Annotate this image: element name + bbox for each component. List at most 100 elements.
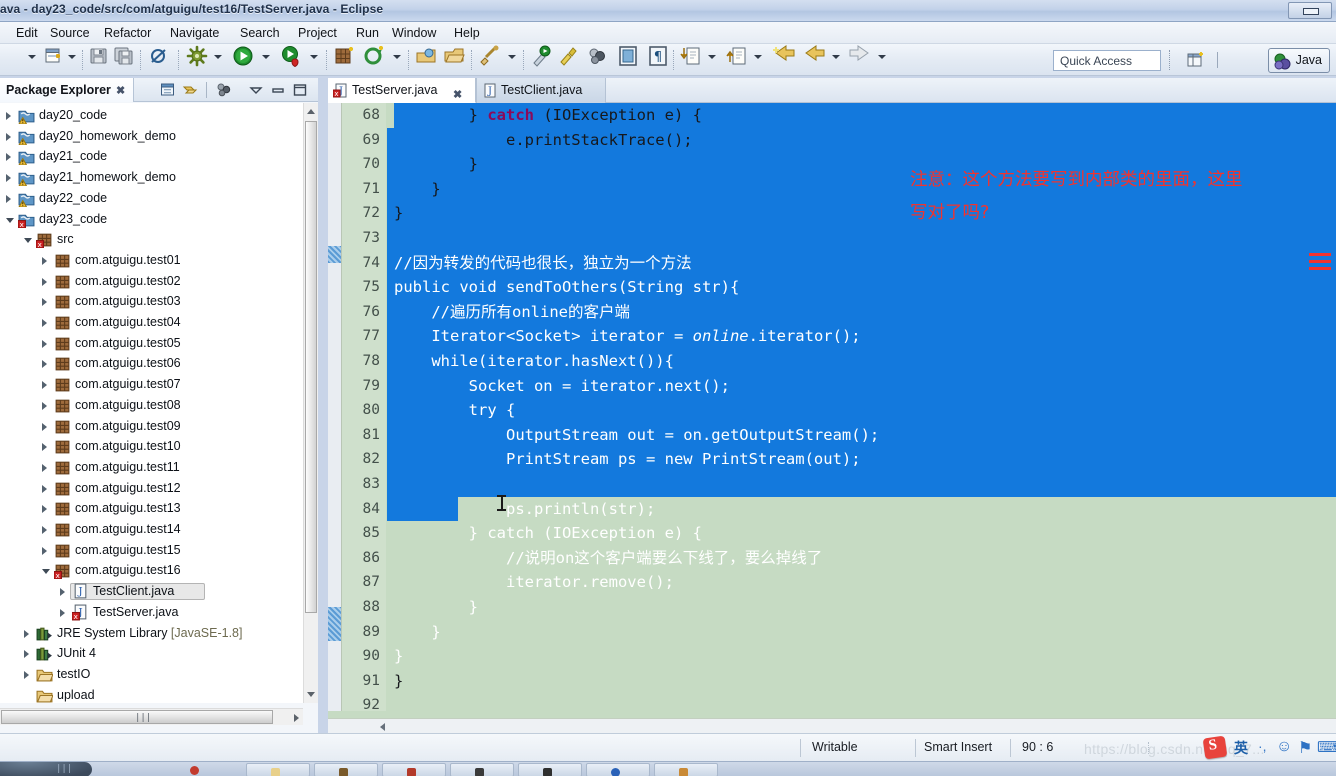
ime-emoji-button[interactable]: ☺ [1276,738,1292,757]
chevron-right-icon[interactable] [6,132,11,141]
tree-item-com-atguigu-test05[interactable]: com.atguigu.test05 [0,333,303,354]
code-canvas[interactable]: 注意：这个方法要写到内部类的里面，这里 写对了吗? } catch (IOExc… [387,103,1336,711]
open-resource-icon[interactable] [443,45,465,67]
taskbar-item[interactable] [518,763,582,776]
chevron-right-icon[interactable] [60,588,65,597]
menu-refactor[interactable]: Refactor [98,24,157,42]
tree-item-com-atguigu-test14[interactable]: com.atguigu.test14 [0,519,303,540]
chevron-right-icon[interactable] [42,256,47,265]
chevron-right-icon[interactable] [42,381,47,390]
chevron-right-icon[interactable] [6,112,11,120]
next-annotation-icon[interactable] [680,45,702,67]
menu-window[interactable]: Window [386,24,442,42]
tab-testserver-java[interactable]: J x TestServer.java ✖ [328,78,476,103]
chevron-right-icon[interactable] [24,670,29,679]
taskbar-item[interactable] [246,763,310,776]
scroll-down-arrow[interactable] [307,692,315,697]
run-coverage-dropdown-arrow[interactable] [310,55,318,59]
search-dropdown-arrow[interactable] [508,55,516,59]
tree-item-com-atguigu-test15[interactable]: com.atguigu.test15 [0,540,303,561]
restore-window-button[interactable] [1288,2,1332,19]
tree-item-com-atguigu-test16[interactable]: x com.atguigu.test16 [0,560,303,581]
tree-item-com-atguigu-test04[interactable]: com.atguigu.test04 [0,312,303,333]
editor-marker-ruler[interactable] [328,103,342,711]
overview-ruler-error-marker[interactable] [1309,267,1331,270]
chevron-right-icon[interactable] [42,422,47,431]
chevron-right-icon[interactable] [24,650,29,659]
tree-item-com-atguigu-test07[interactable]: com.atguigu.test07 [0,374,303,395]
chevron-right-icon[interactable] [42,401,47,410]
new-wizard-icon[interactable] [44,46,64,66]
debug-icon[interactable] [186,45,208,67]
chevron-right-icon[interactable] [42,443,47,452]
menu-edit[interactable]: Edit [10,24,44,42]
toggle-block-selection-icon[interactable] [617,45,639,67]
tree-item-testio[interactable]: testIO [0,664,303,685]
perspective-java-button[interactable]: Java [1267,48,1330,73]
chevron-right-icon[interactable] [42,319,47,327]
open-perspective-icon[interactable] [1186,50,1206,70]
back-dropdown-arrow[interactable] [832,55,840,59]
menu-project[interactable]: Project [292,24,343,42]
new-java-class-icon[interactable] [364,45,386,67]
forward-icon[interactable] [848,45,872,67]
previous-annotation-icon[interactable] [726,45,748,67]
new-dropdown-arrow[interactable] [28,55,36,59]
forward-dropdown-arrow[interactable] [878,55,886,59]
chevron-right-icon[interactable] [42,505,47,514]
sogou-pinyin-icon[interactable] [1202,735,1228,760]
run-coverage-icon[interactable] [280,45,302,67]
hscroll-left-arrow[interactable] [380,723,385,731]
previous-annotation-dropdown-arrow[interactable] [754,55,762,59]
scroll-up-arrow[interactable] [307,109,315,114]
tab-testclient-java[interactable]: J TestClient.java [476,78,606,103]
new-class-dropdown-arrow[interactable] [393,55,401,59]
tree-item-src[interactable]: x src [0,229,303,250]
tree-item-com-atguigu-test06[interactable]: com.atguigu.test06 [0,353,303,374]
chevron-right-icon[interactable] [6,174,11,183]
search-icon[interactable] [478,45,502,67]
chevron-right-icon[interactable] [42,526,47,534]
maximize-icon[interactable] [292,82,308,98]
menu-search[interactable]: Search [234,24,286,42]
overview-ruler-error-marker[interactable] [1309,253,1331,256]
ime-language-button[interactable]: 英 [1234,738,1248,757]
tree-item-com-atguigu-test02[interactable]: com.atguigu.test02 [0,271,303,292]
tree-item-day20-homework-demo[interactable]: day20_homework_demo [0,126,303,147]
project-tree[interactable]: day20_code day20_homework_demo day21_code d… [0,103,303,703]
save-icon[interactable] [89,46,109,66]
chevron-down-icon[interactable] [6,217,14,223]
taskbar-icon[interactable] [190,766,199,775]
tree-item-upload[interactable]: upload [0,685,303,703]
tree-item-day23-code[interactable]: x day23_code [0,209,303,230]
taskbar-item[interactable] [314,763,378,776]
collapse-all-icon[interactable] [182,82,198,98]
chevron-right-icon[interactable] [42,546,47,555]
next-annotation-dropdown-arrow[interactable] [708,55,716,59]
new-wizard-dropdown-arrow[interactable] [68,55,76,59]
tree-item-com-atguigu-test08[interactable]: com.atguigu.test08 [0,395,303,416]
run-dropdown-arrow[interactable] [262,55,270,59]
save-all-icon[interactable] [114,46,134,66]
taskbar-item[interactable] [654,763,718,776]
debug-dropdown-arrow[interactable] [214,55,222,59]
tree-item-com-atguigu-test03[interactable]: com.atguigu.test03 [0,291,303,312]
scroll-thumb[interactable] [305,121,317,613]
tree-item-testclient-java[interactable]: J TestClient.java [0,581,303,602]
chevron-right-icon[interactable] [60,608,65,617]
tree-item-com-atguigu-test01[interactable]: com.atguigu.test01 [0,250,303,271]
back-icon[interactable] [802,45,826,67]
tree-item-com-atguigu-test13[interactable]: com.atguigu.test13 [0,498,303,519]
start-button[interactable] [0,762,92,776]
chevron-right-icon[interactable] [42,298,47,307]
ime-punctuation-button[interactable]: ·, [1258,738,1267,757]
overview-ruler-error-marker[interactable] [1309,260,1331,263]
taskbar-item[interactable] [382,763,446,776]
tree-item-com-atguigu-test12[interactable]: com.atguigu.test12 [0,478,303,499]
chevron-right-icon[interactable] [42,277,47,286]
chevron-down-icon[interactable] [42,569,50,575]
chevron-right-icon[interactable] [42,339,47,348]
java-editor-icon[interactable] [558,45,580,67]
menu-run[interactable]: Run [350,24,385,42]
view-menu-filter-icon[interactable] [216,82,232,98]
